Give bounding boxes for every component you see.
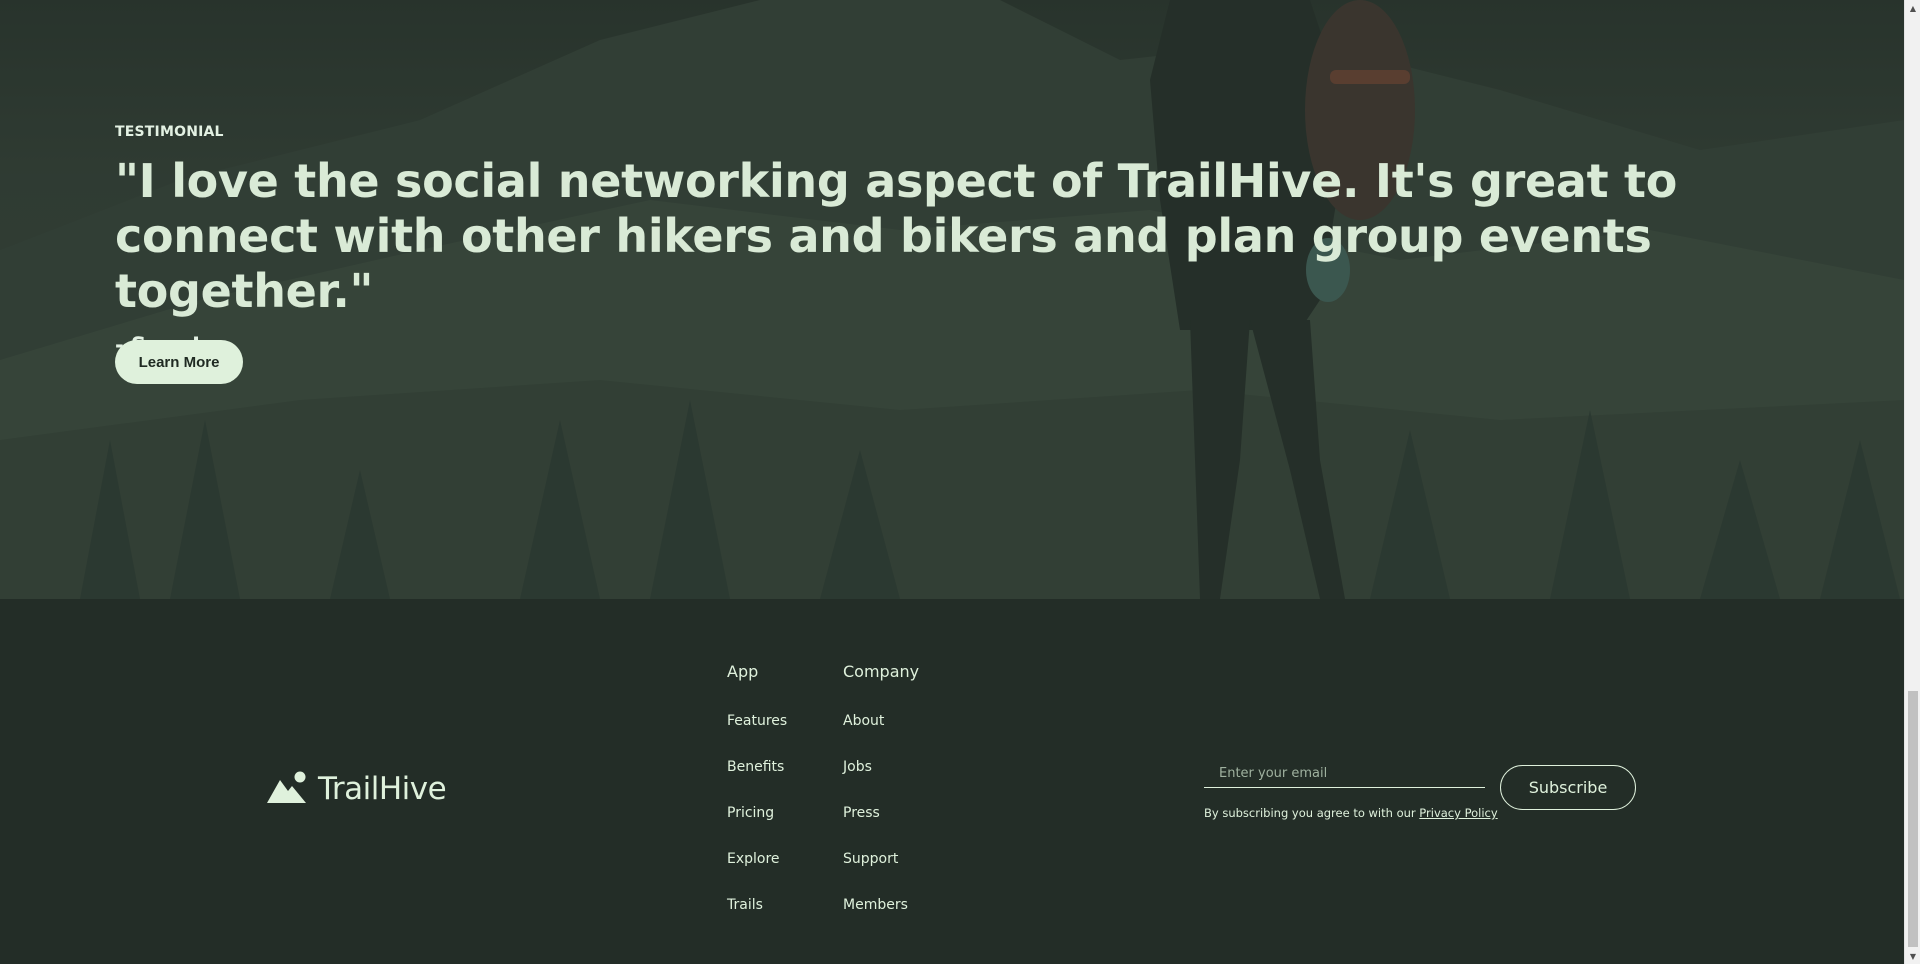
subscribe-button[interactable]: Subscribe <box>1500 765 1636 810</box>
footer-column-company: Company About Jobs Press Support Members <box>843 662 919 941</box>
subscribe-disclaimer: By subscribing you agree to with our Pri… <box>1204 806 1498 820</box>
subscribe-disclaimer-text: By subscribing you agree to with our <box>1204 806 1416 820</box>
footer-column-app: App Features Benefits Pricing Explore Tr… <box>727 662 787 941</box>
email-input[interactable] <box>1204 760 1485 788</box>
testimonial-author: - Sara L. <box>115 333 1715 357</box>
scrollbar-thumb[interactable] <box>1908 691 1918 947</box>
footer-link-features[interactable]: Features <box>727 711 787 757</box>
footer-link-about[interactable]: About <box>843 711 919 757</box>
footer-link-jobs[interactable]: Jobs <box>843 757 919 803</box>
brand-name: TrailHive <box>318 771 447 807</box>
brand-logo[interactable]: TrailHive <box>266 769 447 809</box>
triangle-down-icon[interactable]: ▼ <box>1905 948 1920 964</box>
page-scrollbar[interactable]: ▲ ▼ <box>1904 0 1920 964</box>
mountain-sun-icon <box>266 769 308 809</box>
footer-link-benefits[interactable]: Benefits <box>727 757 787 803</box>
footer-link-explore[interactable]: Explore <box>727 849 787 895</box>
testimonial-quote: "I love the social networking aspect of … <box>115 154 1678 318</box>
footer-link-press[interactable]: Press <box>843 803 919 849</box>
footer-link-support[interactable]: Support <box>843 849 919 895</box>
privacy-policy-link[interactable]: Privacy Policy <box>1419 806 1497 820</box>
footer-link-members[interactable]: Members <box>843 895 919 941</box>
footer-column-title: App <box>727 662 759 681</box>
learn-more-button[interactable]: Learn More <box>115 340 243 384</box>
triangle-up-icon[interactable]: ▲ <box>1905 0 1920 16</box>
testimonial-content: TESTIMONIAL "I love the social networkin… <box>115 124 1715 384</box>
testimonial-section: TESTIMONIAL "I love the social networkin… <box>0 0 1904 599</box>
site-footer: TrailHive App Features Benefits Pricing … <box>0 599 1904 964</box>
footer-link-pricing[interactable]: Pricing <box>727 803 787 849</box>
footer-column-title: Company <box>843 662 920 681</box>
testimonial-eyebrow: TESTIMONIAL <box>115 124 224 140</box>
footer-link-trails[interactable]: Trails <box>727 895 787 941</box>
